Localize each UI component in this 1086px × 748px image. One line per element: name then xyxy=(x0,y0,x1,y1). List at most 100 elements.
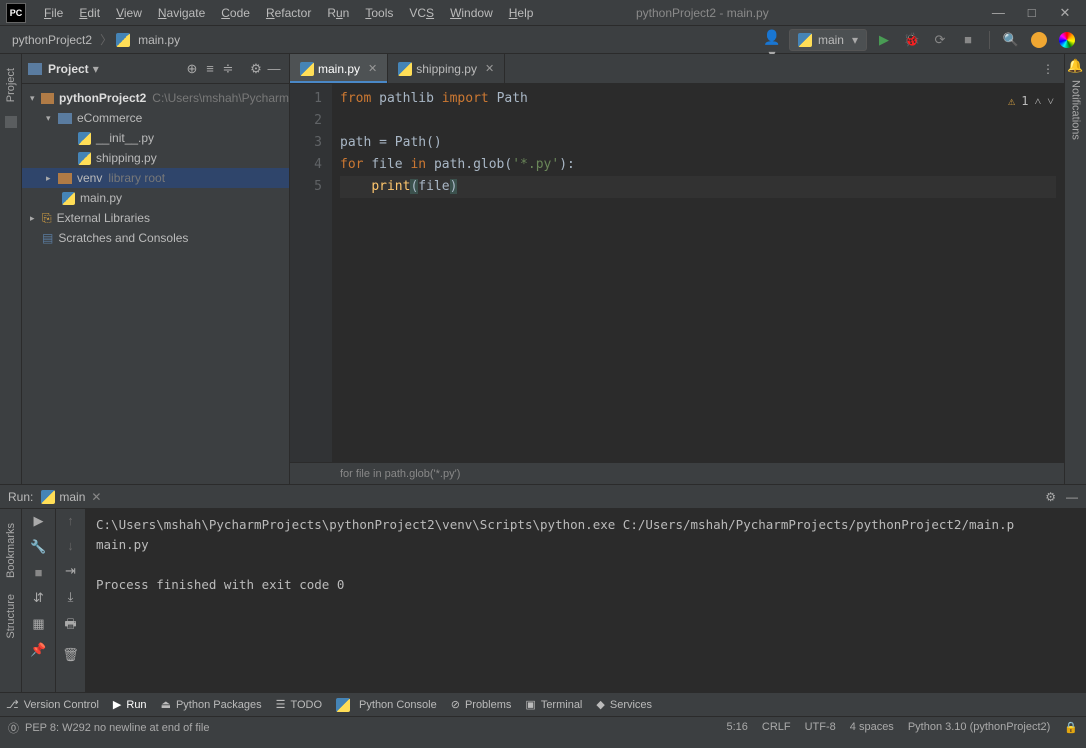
tree-ecommerce[interactable]: ▾ eCommerce xyxy=(22,108,289,128)
status-message: PEP 8: W292 no newline at end of file xyxy=(25,722,209,734)
tool-problems[interactable]: ⊘Problems xyxy=(451,698,512,711)
chevron-down-icon[interactable]: ˅ xyxy=(1047,90,1054,112)
up-stack-icon[interactable]: ↑ xyxy=(67,513,74,528)
ide-updates-icon[interactable] xyxy=(1028,29,1050,51)
tree-venv[interactable]: ▸ venv library root xyxy=(22,168,289,188)
status-line-sep[interactable]: CRLF xyxy=(762,721,791,734)
down-stack-icon[interactable]: ↓ xyxy=(67,538,74,553)
python-file-icon xyxy=(78,152,91,165)
menu-navigate[interactable]: Navigate xyxy=(150,6,213,20)
status-interpreter[interactable]: Python 3.10 (pythonProject2) xyxy=(908,721,1050,734)
left-stripe-icon[interactable] xyxy=(5,116,17,128)
breadcrumb-project[interactable]: pythonProject2 xyxy=(8,33,96,47)
run-button[interactable]: ▶ xyxy=(873,29,895,51)
notifications-bell-icon[interactable]: 🔔 xyxy=(1067,58,1083,74)
breadcrumb-file[interactable]: main.py xyxy=(134,33,184,47)
tool-python-packages[interactable]: ⏏Python Packages xyxy=(161,698,262,711)
scroll-end-icon[interactable]: ⤓ xyxy=(68,589,74,605)
run-settings-icon[interactable]: ⚙ xyxy=(1045,490,1056,504)
rerun-button[interactable]: ▶ xyxy=(34,513,44,529)
print-icon[interactable]: 🖶 xyxy=(64,615,76,637)
menu-code[interactable]: Code xyxy=(213,6,258,20)
close-tab-icon[interactable]: ✕ xyxy=(368,62,377,75)
hide-tool-icon[interactable]: — xyxy=(265,61,283,76)
tool-todo[interactable]: ☰TODO xyxy=(276,698,322,711)
settings-icon[interactable]: ⚙ xyxy=(247,61,265,77)
package-icon: ⏏ xyxy=(161,698,171,711)
run-console[interactable]: C:\Users\mshah\PycharmProjects\pythonPro… xyxy=(86,509,1086,692)
debug-button[interactable]: 🐞 xyxy=(901,29,923,51)
run-header-config: main xyxy=(59,490,85,504)
pin-button[interactable]: 📌 xyxy=(30,642,46,658)
menu-view[interactable]: View xyxy=(108,6,150,20)
tool-services[interactable]: ◆Services xyxy=(596,698,652,711)
run-config-selector[interactable]: main ▾ xyxy=(789,29,867,51)
close-tab-icon[interactable]: ✕ xyxy=(485,62,494,75)
tool-terminal[interactable]: ▣Terminal xyxy=(525,698,582,711)
layout-button[interactable]: ▦ xyxy=(32,616,44,632)
project-tree[interactable]: ▾ pythonProject2 C:\Users\mshah\Pycharm … xyxy=(22,84,289,252)
tool-python-console[interactable]: Python Console xyxy=(336,698,437,712)
tree-external-libraries[interactable]: ▸⎘ External Libraries xyxy=(22,208,289,228)
tree-shipping-label: shipping.py xyxy=(96,151,157,165)
select-opened-file-icon[interactable]: ⊕ xyxy=(183,61,201,77)
right-tab-notifications[interactable]: Notifications xyxy=(1070,80,1082,140)
inspection-widget[interactable]: ⚠ 1 ˄ ˅ xyxy=(1008,90,1054,112)
tool-run[interactable]: ▶Run xyxy=(113,698,147,711)
search-everywhere-button[interactable]: 🔍 xyxy=(1000,29,1022,51)
status-caret-pos[interactable]: 5:16 xyxy=(726,721,747,734)
readonly-lock-icon[interactable]: 🔒 xyxy=(1064,721,1078,734)
code-area[interactable]: 1 2 3 4 5 from pathlib import Path path … xyxy=(290,84,1064,462)
window-controls: — □ ✕ xyxy=(983,5,1080,21)
expand-all-icon[interactable]: ≡ xyxy=(201,61,219,76)
menu-edit[interactable]: Edit xyxy=(71,6,108,20)
user-icon[interactable]: 👤▾ xyxy=(761,29,783,51)
stop-button[interactable]: ■ xyxy=(957,29,979,51)
collapse-all-icon[interactable]: ≑ xyxy=(219,61,237,77)
stop-run-button[interactable]: ■ xyxy=(35,565,43,580)
tab-main-py[interactable]: main.py ✕ xyxy=(290,54,388,83)
toggle-output-button[interactable]: ⇵ xyxy=(33,590,44,606)
color-scheme-icon[interactable] xyxy=(1056,29,1078,51)
editor-content[interactable]: from pathlib import Path path = Path()fo… xyxy=(332,84,1064,462)
tree-root[interactable]: ▾ pythonProject2 C:\Users\mshah\Pycharm xyxy=(22,88,289,108)
tree-init-file[interactable]: __init__.py xyxy=(22,128,289,148)
left-tab-project[interactable]: Project xyxy=(5,68,17,102)
tabs-more-icon[interactable]: ⋮ xyxy=(1032,54,1064,83)
menu-vcs[interactable]: VCS xyxy=(401,6,442,20)
menu-window[interactable]: Window xyxy=(442,6,501,20)
menu-file[interactable]: File xyxy=(36,6,71,20)
left-tab-bookmarks[interactable]: Bookmarks xyxy=(5,523,17,578)
close-run-tab-icon[interactable]: ✕ xyxy=(91,490,101,504)
tree-main-file[interactable]: main.py xyxy=(22,188,289,208)
tool-version-control[interactable]: ⎇Version Control xyxy=(6,698,99,711)
project-tool-header: Project ▾ ⊕ ≡ ≑ ⚙ — xyxy=(22,54,289,84)
minimize-button[interactable]: — xyxy=(983,5,1013,20)
left-tab-structure[interactable]: Structure xyxy=(5,594,17,639)
todo-icon: ☰ xyxy=(276,698,286,711)
libraries-icon: ⎘ xyxy=(42,211,52,226)
coverage-button[interactable]: ⟳ xyxy=(929,29,951,51)
tab-shipping-py[interactable]: shipping.py ✕ xyxy=(388,54,505,83)
close-button[interactable]: ✕ xyxy=(1050,5,1080,21)
status-hint-icon[interactable]: ⓪ xyxy=(8,720,19,736)
right-tool-stripe: 🔔 Notifications xyxy=(1064,54,1086,484)
menu-help[interactable]: Help xyxy=(501,6,542,20)
chevron-down-icon[interactable]: ▾ xyxy=(93,62,99,76)
clear-icon[interactable]: 🗑 xyxy=(62,647,79,663)
menu-refactor[interactable]: Refactor xyxy=(258,6,319,20)
editor-breadcrumb[interactable]: for file in path.glob('*.py') xyxy=(290,462,1064,484)
menu-run[interactable]: Run xyxy=(319,6,357,20)
status-encoding[interactable]: UTF-8 xyxy=(805,721,836,734)
soft-wrap-icon[interactable]: ⇥ xyxy=(65,563,76,579)
tree-shipping-file[interactable]: shipping.py xyxy=(22,148,289,168)
hide-run-icon[interactable]: — xyxy=(1066,490,1078,504)
chevron-up-icon[interactable]: ˄ xyxy=(1034,90,1041,112)
tree-scratches[interactable]: ▸▤ Scratches and Consoles xyxy=(22,228,289,248)
debug-rerun-button[interactable]: 🔧 xyxy=(30,539,46,555)
status-indent[interactable]: 4 spaces xyxy=(850,721,894,734)
menu-tools[interactable]: Tools xyxy=(357,6,401,20)
services-icon: ◆ xyxy=(596,698,604,711)
play-icon: ▶ xyxy=(113,698,121,711)
maximize-button[interactable]: □ xyxy=(1017,5,1047,20)
